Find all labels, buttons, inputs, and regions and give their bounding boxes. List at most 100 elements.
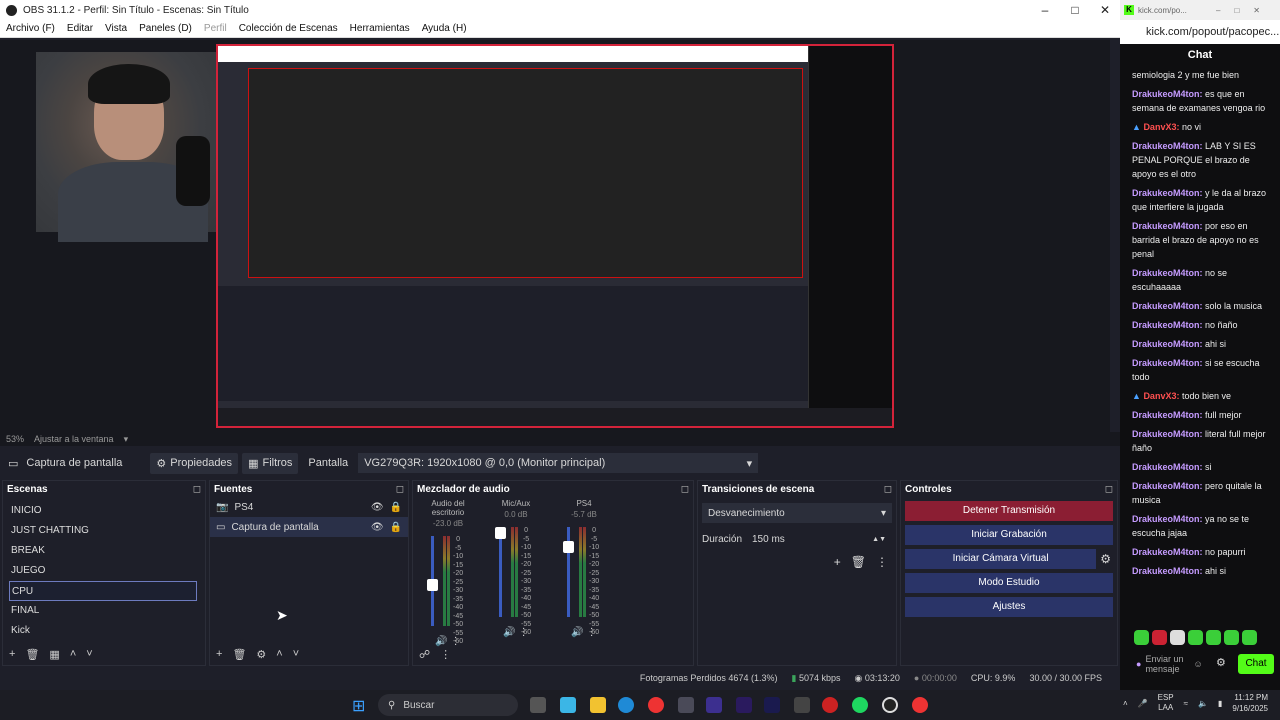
volume-slider-knob[interactable] [563,541,574,554]
chat-username[interactable]: DanvX3: [1143,391,1179,401]
obs-icon[interactable] [882,697,898,713]
emote-icon[interactable] [1188,630,1203,645]
explorer-icon[interactable] [590,697,606,713]
more-icon[interactable]: ⋮ [440,648,451,661]
chevron-up-icon[interactable]: ˄ [70,648,76,661]
taskbar-search[interactable]: ⚲ Buscar [378,694,518,716]
spotify-icon[interactable] [852,697,868,713]
duration-input[interactable]: 150 ms ▲▼ [746,529,892,549]
menu-paneles[interactable]: Paneles (D) [133,23,198,34]
studio-mode-button[interactable]: Modo Estudio [905,573,1113,593]
gear-icon[interactable]: ⚙ [256,648,266,661]
chevron-up-icon[interactable]: ˄ [276,648,282,661]
chat-username[interactable]: DrakukeoM4ton: [1132,566,1203,576]
settings-button[interactable]: Ajustes [905,597,1113,617]
add-icon[interactable]: + [834,555,841,569]
windows-start-icon[interactable]: ⊞ [352,696,365,716]
emote-icon[interactable] [1170,630,1185,645]
trash-icon[interactable]: 🗑 [25,648,39,661]
close-icon[interactable]: ✕ [1090,0,1120,20]
display-select[interactable]: VG279Q3R: 1920x1080 @ 0,0 (Monitor princ… [358,453,759,473]
preview-canvas[interactable] [0,40,1110,432]
chat-username[interactable]: DrakukeoM4ton: [1132,481,1203,491]
gear-icon[interactable]: ⚙ [1100,552,1111,566]
chevron-down-icon[interactable]: ▾ [124,434,129,445]
more-icon[interactable]: ⋮ [876,555,888,569]
lock-icon[interactable]: 🔒 [390,502,402,513]
chat-username[interactable]: DanvX3: [1143,122,1179,132]
scene-item-just-chatting[interactable]: JUST CHATTING [3,521,205,541]
app-icon[interactable] [822,697,838,713]
virtual-camera-button[interactable]: Iniciar Cámara Virtual [905,549,1097,569]
link-icon[interactable]: ☍ [419,648,430,661]
trash-icon[interactable]: 🗑 [232,648,246,661]
dock-undock-icon[interactable]: ◻ [193,484,201,495]
stop-streaming-button[interactable]: Detener Transmisión [905,501,1113,521]
start-recording-button[interactable]: Iniciar Grabación [905,525,1113,545]
chat-username[interactable]: DrakukeoM4ton: [1132,410,1203,420]
volume-icon[interactable]: 🔈 [1198,699,1208,708]
chat-username[interactable]: DrakukeoM4ton: [1132,514,1203,524]
lock-icon[interactable]: 🔒 [390,522,402,533]
maximize-icon[interactable]: □ [1060,0,1090,20]
app-icon[interactable] [794,697,810,713]
emoji-icon[interactable]: ☺ [1193,659,1202,669]
chat-username[interactable]: DrakukeoM4ton: [1132,320,1203,330]
zoom-level[interactable]: 53% [6,434,24,444]
dock-undock-icon[interactable]: ◻ [396,484,404,495]
emote-icon[interactable] [1242,630,1257,645]
emote-icon[interactable] [1224,630,1239,645]
chat-username[interactable]: DrakukeoM4ton: [1132,188,1203,198]
speaker-icon[interactable]: 🔊 [503,627,515,638]
scene-item-inicio[interactable]: INICIO [3,501,205,521]
speaker-icon[interactable]: 🔊 [435,636,447,647]
source-item-ps4[interactable]: 📷 PS4 👁 🔒 [210,497,408,517]
emote-icon[interactable] [1134,630,1149,645]
send-chat-button[interactable]: Chat [1238,654,1274,674]
chat-username[interactable]: DrakukeoM4ton: [1132,462,1203,472]
premiere-icon[interactable] [736,697,752,713]
transition-select[interactable]: Desvanecimiento ▾ [702,503,892,523]
filter-icon[interactable]: ▦ [49,648,59,661]
eye-icon[interactable]: 👁 [371,502,384,513]
dock-undock-icon[interactable]: ◻ [681,484,689,495]
copilot-icon[interactable] [560,697,576,713]
eye-icon[interactable]: 👁 [371,522,384,533]
scene-item-kick[interactable]: Kick [3,621,205,641]
volume-slider-knob[interactable] [495,527,506,539]
dock-undock-icon[interactable]: ◻ [1105,484,1113,495]
volume-slider-knob[interactable] [427,578,438,591]
chevron-down-icon[interactable]: ˅ [293,648,299,661]
properties-button[interactable]: ⚙ Propiedades [150,452,239,474]
chat-username[interactable]: DrakukeoM4ton: [1132,429,1203,439]
media-encoder-icon[interactable] [706,697,722,713]
edge-icon[interactable] [618,697,634,713]
add-icon[interactable]: + [216,648,222,661]
fit-label[interactable]: Ajustar a la ventana [34,434,114,444]
menu-editar[interactable]: Editar [61,23,99,34]
volume-slider[interactable] [499,527,502,617]
scene-item-break[interactable]: BREAK [3,541,205,561]
chat-username[interactable]: DrakukeoM4ton: [1132,268,1203,278]
scene-item-final[interactable]: FINAL [3,601,205,621]
menu-archivo[interactable]: Archivo (F) [0,23,61,34]
chat-username[interactable]: DrakukeoM4ton: [1132,141,1203,151]
gear-icon[interactable]: ⚙ [1216,656,1226,669]
chat-username[interactable]: DrakukeoM4ton: [1132,339,1203,349]
chrome-icon[interactable] [912,697,928,713]
task-view-icon[interactable] [530,697,546,713]
chevron-down-icon[interactable]: ˅ [86,648,92,661]
window-controls[interactable]: –□✕ [1216,6,1274,15]
menu-ayuda[interactable]: Ayuda (H) [416,23,473,34]
after-effects-icon[interactable] [764,697,780,713]
chat-username[interactable]: DrakukeoM4ton: [1132,221,1203,231]
battery-icon[interactable]: ▮ [1218,699,1222,708]
minimize-icon[interactable]: – [1030,0,1060,20]
chrome-icon[interactable] [648,697,664,713]
menu-herramientas[interactable]: Herramientas [344,23,416,34]
filters-button[interactable]: ▦ Filtros [242,452,299,474]
chat-username[interactable]: DrakukeoM4ton: [1132,301,1203,311]
trash-icon[interactable]: 🗑 [851,555,866,569]
scene-item-cpu[interactable]: CPU [9,581,197,601]
speaker-icon[interactable]: 🔊 [571,627,583,638]
